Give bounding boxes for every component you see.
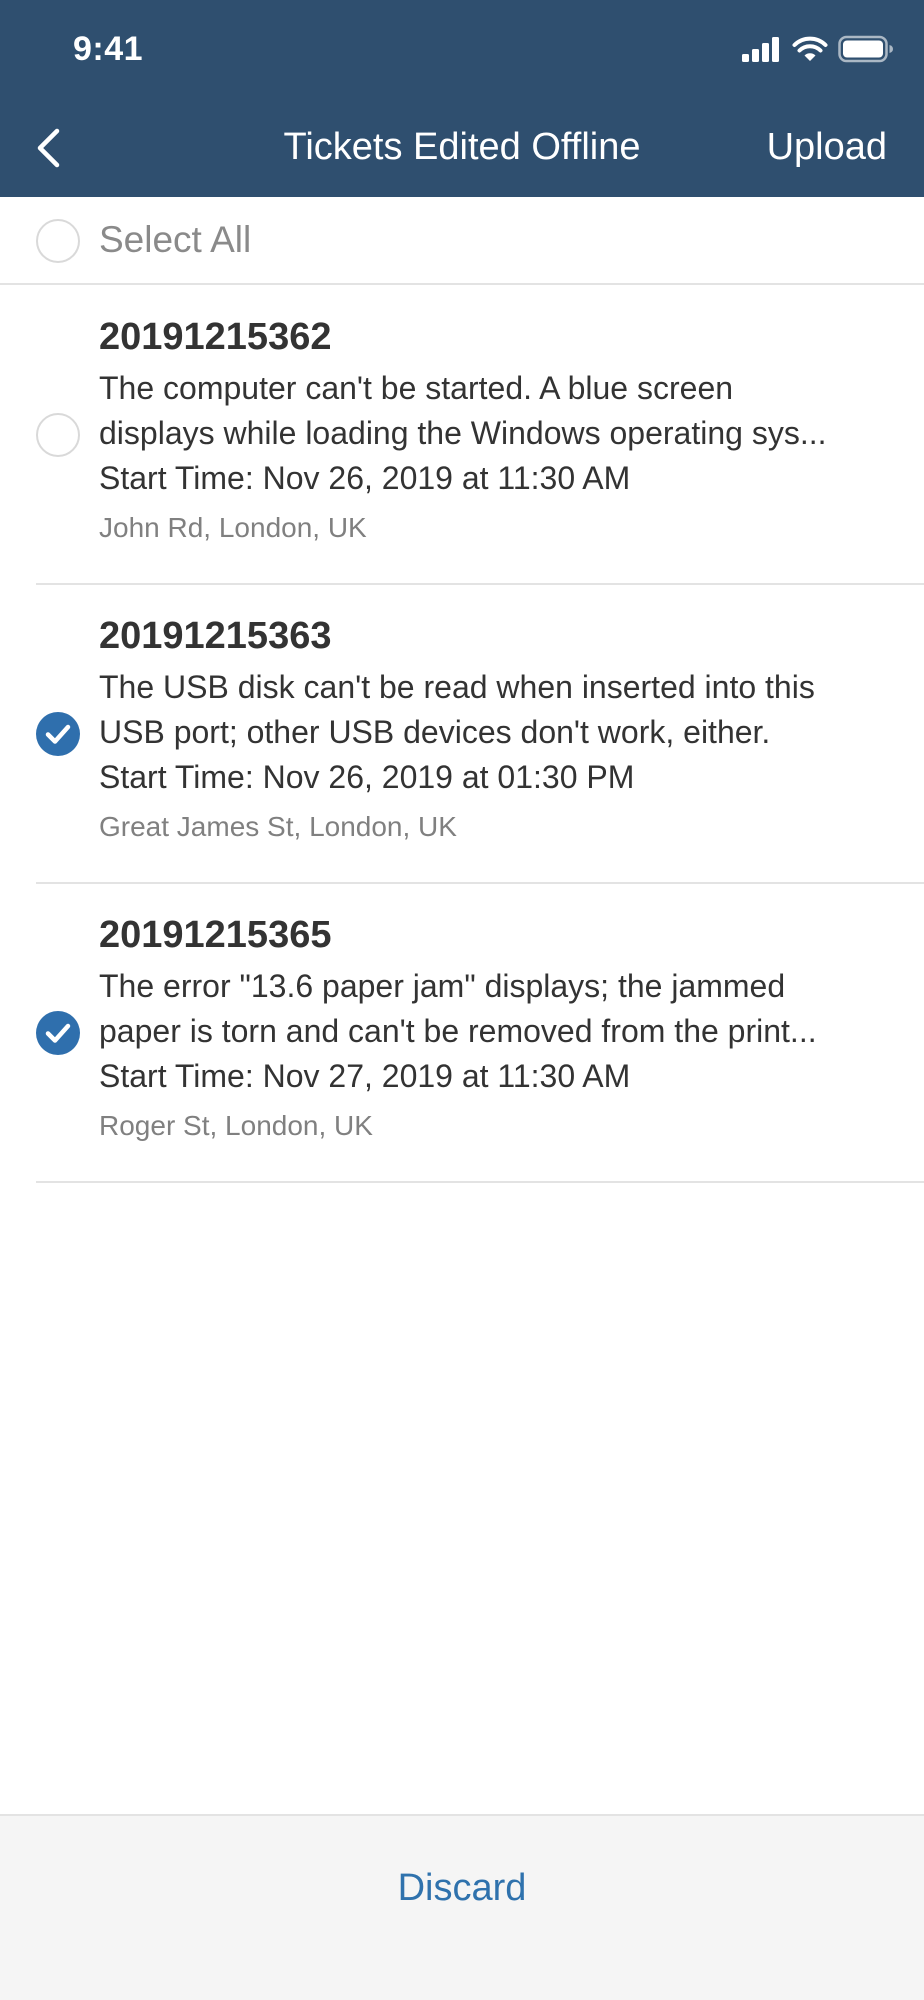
ticket-location: Roger St, London, UK: [99, 1110, 373, 1141]
signal-icon: [742, 36, 782, 67]
page: 9:41 Tickets Edited Offline Upload Selec…: [0, 0, 924, 2000]
select-all-label: Select All: [99, 219, 252, 260]
ticket-start-time: Start Time: Nov 26, 2019 at 01:30 PM: [99, 759, 635, 795]
ticket-id: 20191215365: [99, 914, 332, 956]
ticket-location: Great James St, London, UK: [99, 811, 457, 842]
ticket-checkbox[interactable]: [36, 712, 80, 756]
ticket-description: The computer can't be started. A blue sc…: [99, 366, 919, 456]
ticket-description-line: The error "13.6 paper jam" displays; the…: [99, 968, 786, 1004]
bottom-action-bar: Discard: [0, 1814, 924, 2000]
app-header: 9:41 Tickets Edited Offline Upload: [0, 0, 924, 197]
ticket-checkbox[interactable]: [36, 413, 80, 457]
checkmark-icon: [45, 1023, 71, 1043]
checkmark-icon: [45, 724, 71, 744]
wifi-icon: [792, 35, 828, 68]
ticket-description-line: The computer can't be started. A blue sc…: [99, 370, 734, 406]
ticket-description-line: paper is torn and can't be removed from …: [99, 1013, 817, 1049]
status-time: 9:41: [73, 30, 144, 68]
ticket-item[interactable]: 20191215362 The computer can't be starte…: [36, 286, 924, 585]
battery-icon: [838, 35, 894, 68]
discard-button[interactable]: Discard: [0, 1866, 924, 1910]
ticket-start-time: Start Time: Nov 27, 2019 at 11:30 AM: [99, 1058, 631, 1094]
ticket-description-line: The USB disk can't be read when inserted…: [99, 669, 815, 705]
ticket-checkbox[interactable]: [36, 1011, 80, 1055]
ticket-item[interactable]: 20191215363 The USB disk can't be read w…: [36, 585, 924, 884]
ticket-description-line: USB port; other USB devices don't work, …: [99, 714, 771, 750]
ticket-location: John Rd, London, UK: [99, 512, 367, 543]
status-icons: [742, 35, 894, 68]
ticket-item[interactable]: 20191215365 The error "13.6 paper jam" d…: [36, 884, 924, 1183]
ticket-start-time: Start Time: Nov 26, 2019 at 11:30 AM: [99, 460, 631, 496]
ticket-id: 20191215362: [99, 316, 332, 358]
ticket-description-line: displays while loading the Windows opera…: [99, 415, 827, 451]
select-all-row[interactable]: Select All: [0, 197, 924, 285]
ticket-description: The error "13.6 paper jam" displays; the…: [99, 964, 919, 1054]
ticket-id: 20191215363: [99, 615, 332, 657]
upload-button[interactable]: Upload: [767, 125, 887, 169]
select-all-checkbox[interactable]: [36, 219, 80, 263]
ticket-description: The USB disk can't be read when inserted…: [99, 665, 919, 755]
